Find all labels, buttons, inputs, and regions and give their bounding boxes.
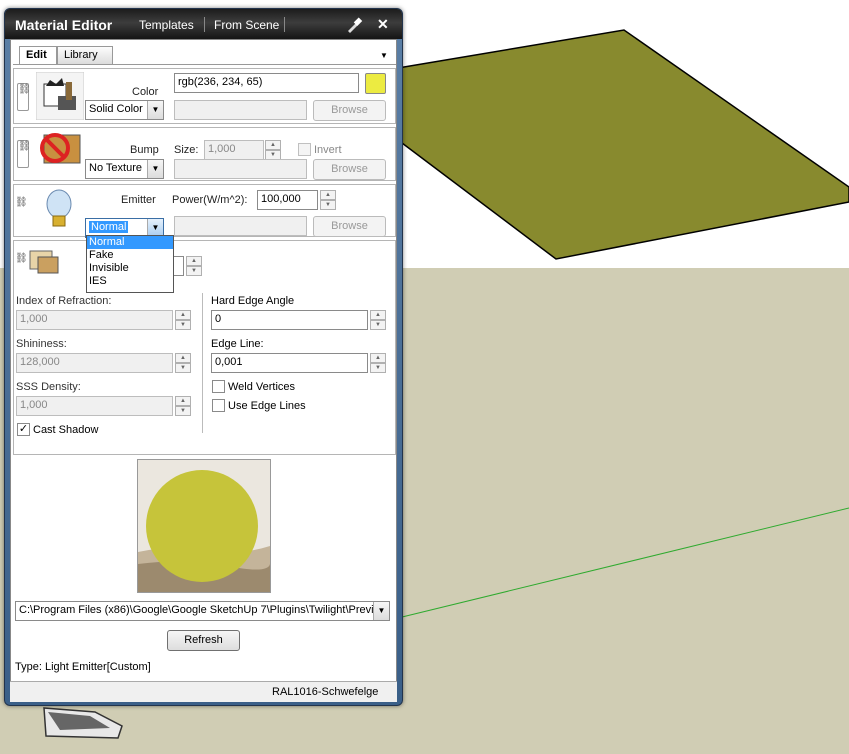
bump-browse-button[interactable]: Browse — [313, 159, 386, 180]
emitter-type-dropdown-list: Normal Fake Invisible IES — [86, 235, 174, 293]
tab-edit[interactable]: Edit — [19, 46, 57, 65]
material-editor-window: Material Editor Templates From Scene ✕ E… — [4, 8, 403, 706]
color-type-value: Solid Color — [89, 103, 143, 115]
chevron-down-icon: ▼ — [147, 101, 163, 119]
texture-preview-icon — [29, 250, 59, 274]
sss-input[interactable]: 1,000 — [16, 396, 173, 416]
emitter-label: Emitter — [121, 194, 156, 206]
preview-render — [138, 460, 270, 592]
emitter-type-value: Normal — [89, 221, 129, 233]
paint-bucket-icon — [36, 72, 84, 120]
ior-label: Index of Refraction: — [16, 295, 112, 307]
material-type-text: Type: Light Emitter[Custom] — [15, 661, 151, 673]
color-panel: ⛓ Color Solid Color ▼ rgb(236, 234, 65) … — [13, 68, 396, 124]
shininess-spinner[interactable]: ▲ ▼ — [175, 353, 191, 373]
hard-edge-input[interactable]: 0 — [211, 310, 368, 330]
color-texture-path — [174, 100, 307, 120]
ior-input[interactable]: 1,000 — [16, 310, 173, 330]
color-value-input[interactable]: rgb(236, 234, 65) — [174, 73, 359, 93]
dropdown-option-fake[interactable]: Fake — [87, 249, 173, 262]
chevron-down-icon: ▼ — [147, 160, 163, 178]
edge-line-spinner[interactable]: ▲ ▼ — [370, 353, 386, 373]
chain-link-icon[interactable]: ⛓ — [15, 253, 28, 287]
no-texture-icon — [40, 133, 81, 164]
close-icon[interactable]: ✕ — [377, 16, 389, 33]
column-divider — [202, 293, 203, 433]
shininess-label: Shininess: — [16, 338, 67, 350]
color-browse-button[interactable]: Browse — [313, 100, 386, 121]
color-label: Color — [132, 86, 159, 98]
cast-shadow-label: Cast Shadow — [33, 424, 99, 436]
power-input[interactable]: 100,000 — [257, 190, 318, 210]
title-bar[interactable]: Material Editor Templates From Scene ✕ — [5, 9, 402, 39]
emitter-browse-button[interactable]: Browse — [313, 216, 386, 237]
color-type-select[interactable]: Solid Color ▼ — [85, 100, 164, 120]
light-bulb-icon — [46, 189, 72, 227]
preview-scene-path: C:\Program Files (x86)\Google\Google Ske… — [19, 604, 380, 616]
power-label: Power(W/m^2): — [172, 194, 248, 206]
invert-checkbox[interactable] — [298, 143, 311, 156]
hidden-field[interactable] — [174, 256, 184, 276]
cast-shadow-checkbox[interactable]: ✓ — [17, 423, 30, 436]
refresh-button[interactable]: Refresh — [167, 630, 240, 651]
sss-label: SSS Density: — [16, 381, 81, 393]
tab-library[interactable]: Library — [57, 46, 113, 64]
color-swatch[interactable] — [365, 73, 386, 94]
bump-type-value: No Texture — [89, 162, 142, 174]
bump-size-input[interactable]: 1,000 — [204, 140, 264, 160]
dropdown-option-ies[interactable]: IES — [87, 275, 173, 288]
sss-spinner[interactable]: ▲ ▼ — [175, 396, 191, 416]
weld-vertices-label: Weld Vertices — [228, 381, 296, 393]
tab-divider — [13, 64, 396, 65]
bump-type-select[interactable]: No Texture ▼ — [85, 159, 164, 179]
properties-panel: ⛓ ▲ ▼ Index of Refraction: 1,000 ▲ ▼ Shini… — [13, 240, 396, 455]
edge-line-label: Edge Line: — [211, 338, 264, 350]
shininess-input[interactable]: 128,000 — [16, 353, 173, 373]
weld-vertices-checkbox[interactable] — [212, 380, 225, 393]
material-name: RAL1016-Schwefelge — [272, 686, 379, 698]
dropdown-option-invisible[interactable]: Invisible — [87, 262, 173, 275]
use-edge-lines-checkbox[interactable] — [212, 399, 225, 412]
title-separator — [284, 17, 285, 32]
power-spinner[interactable]: ▲ ▼ — [320, 190, 336, 210]
preview-scene-select[interactable]: C:\Program Files (x86)\Google\Google Ske… — [15, 601, 390, 621]
chevron-down-icon: ▼ — [373, 602, 389, 620]
bump-label: Bump — [130, 144, 159, 156]
emitter-ies-path — [174, 216, 307, 236]
chain-link-icon[interactable]: ⛓ — [17, 83, 31, 111]
hard-edge-spinner[interactable]: ▲ ▼ — [370, 310, 386, 330]
editor-client-area: Edit Library ▼ ⛓ Color Solid Color ▼ rgb… — [10, 39, 397, 702]
from-scene-menu[interactable]: From Scene — [214, 18, 279, 32]
emitter-panel: ⛓ Emitter Normal ▼ Power(W/m^2): 100,000… — [13, 184, 396, 238]
window-title: Material Editor — [15, 17, 113, 33]
bump-panel: ⛓ Bump No Texture ▼ Size: 1,000 ▲ ▼ Inver… — [13, 127, 396, 181]
use-edge-lines-label: Use Edge Lines — [228, 400, 306, 412]
preview-sphere — [146, 470, 258, 582]
dropdown-option-normal[interactable]: Normal — [87, 236, 173, 249]
edge-line-input[interactable]: 0,001 — [211, 353, 368, 373]
chain-link-icon[interactable]: ⛓ — [15, 197, 28, 231]
bump-texture-path — [174, 159, 307, 179]
ior-spinner[interactable]: ▲ ▼ — [175, 310, 191, 330]
bump-size-label: Size: — [174, 144, 199, 156]
bump-size-spinner[interactable]: ▲ ▼ — [265, 140, 281, 160]
title-separator — [204, 17, 205, 32]
hard-edge-label: Hard Edge Angle — [211, 295, 295, 307]
chain-link-icon[interactable]: ⛓ — [17, 140, 31, 168]
tab-menu-chevron-icon[interactable]: ▼ — [380, 51, 388, 60]
status-bar: RAL1016-Schwefelge — [10, 681, 397, 702]
material-preview — [137, 459, 271, 593]
templates-menu[interactable]: Templates — [139, 18, 194, 32]
eyedropper-icon[interactable] — [345, 16, 363, 34]
invert-label: Invert — [314, 144, 342, 156]
hidden-spinner[interactable]: ▲ ▼ — [186, 256, 202, 276]
